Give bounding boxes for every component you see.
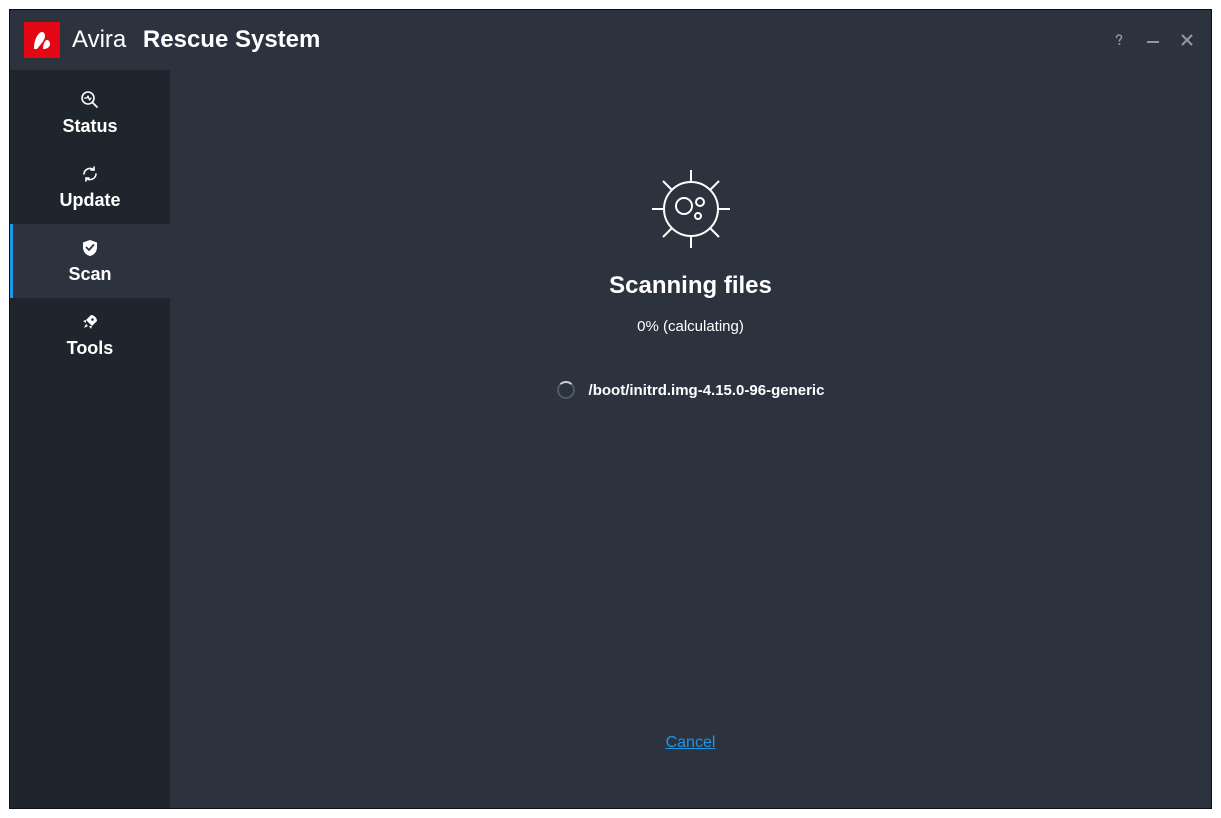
window-controls (1109, 30, 1197, 50)
cancel-row: Cancel (170, 734, 1211, 752)
sidebar-item-label: Status (62, 116, 117, 137)
cancel-link[interactable]: Cancel (666, 734, 716, 751)
spinner-icon (557, 381, 575, 399)
sidebar-item-label: Scan (68, 264, 111, 285)
sidebar-item-tools[interactable]: Tools (10, 298, 170, 372)
help-button[interactable] (1109, 30, 1129, 50)
update-icon (80, 164, 100, 184)
sidebar: Status Update (10, 70, 170, 808)
scan-current-file: /boot/initrd.img-4.15.0-96-generic (589, 382, 825, 399)
sidebar-item-update[interactable]: Update (10, 150, 170, 224)
body: Status Update (10, 70, 1211, 808)
tools-rocket-icon (80, 312, 100, 332)
scan-shield-icon (80, 238, 100, 258)
sidebar-item-status[interactable]: Status (10, 76, 170, 150)
titlebar: Avira Rescue System (10, 10, 1211, 70)
main-panel: Scanning files 0% (calculating) /boot/in… (170, 70, 1211, 808)
close-button[interactable] (1177, 30, 1197, 50)
scan-current-file-row: /boot/initrd.img-4.15.0-96-generic (557, 381, 825, 399)
app-brand: Avira (72, 26, 126, 53)
scan-progress-text: 0% (calculating) (637, 318, 744, 335)
app-title: Avira Rescue System (72, 26, 320, 54)
app-product: Rescue System (143, 26, 320, 53)
minimize-button[interactable] (1143, 30, 1163, 50)
sidebar-item-label: Update (59, 190, 120, 211)
sidebar-item-scan[interactable]: Scan (10, 224, 170, 298)
scan-title: Scanning files (609, 272, 772, 300)
virus-icon (648, 166, 734, 252)
sidebar-item-label: Tools (67, 338, 114, 359)
app-window: Avira Rescue System (9, 9, 1212, 809)
status-icon (80, 90, 100, 110)
avira-logo (24, 22, 60, 58)
